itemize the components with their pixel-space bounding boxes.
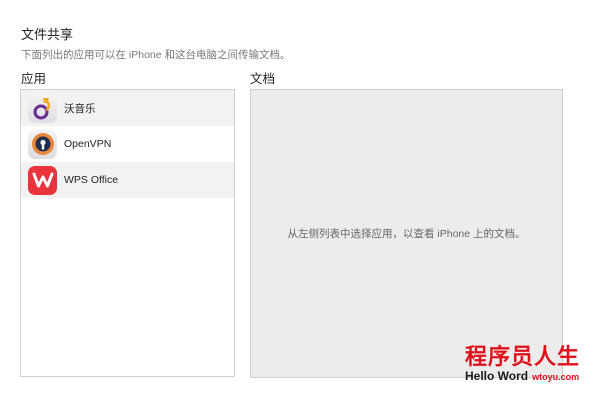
openvpn-icon [28, 129, 57, 159]
wo-music-icon [28, 93, 57, 123]
app-item-label: OpenVPN [64, 138, 112, 150]
app-item-wps-office[interactable]: WPS Office [21, 162, 234, 198]
watermark-site: wtoyu.com [532, 372, 580, 382]
documents-empty-message: 从左侧列表中选择应用，以查看 iPhone 上的文档。 [287, 228, 526, 240]
app-item-label: WPS Office [64, 174, 119, 186]
documents-panel: 从左侧列表中选择应用，以查看 iPhone 上的文档。 [250, 89, 563, 378]
watermark: 程序员人生 Hello Word wtoyu.com [465, 345, 595, 384]
section-subtitle: 下面列出的应用可以在 iPhone 和这台电脑之间传输文档。 [21, 49, 291, 61]
app-item-label: 沃音乐 [64, 102, 96, 115]
apps-list: 沃音乐 OpenVPN WPS Office [20, 89, 235, 377]
watermark-hello: Hello Word [465, 369, 529, 383]
documents-column-heading: 文档 [250, 72, 276, 86]
app-item-wo-music[interactable]: 沃音乐 [21, 90, 234, 126]
watermark-title: 程序员人生 [465, 344, 581, 370]
wps-office-icon [28, 165, 57, 195]
section-title: 文件共享 [21, 27, 74, 42]
apps-column-heading: 应用 [21, 72, 47, 86]
app-item-openvpn[interactable]: OpenVPN [21, 126, 234, 162]
